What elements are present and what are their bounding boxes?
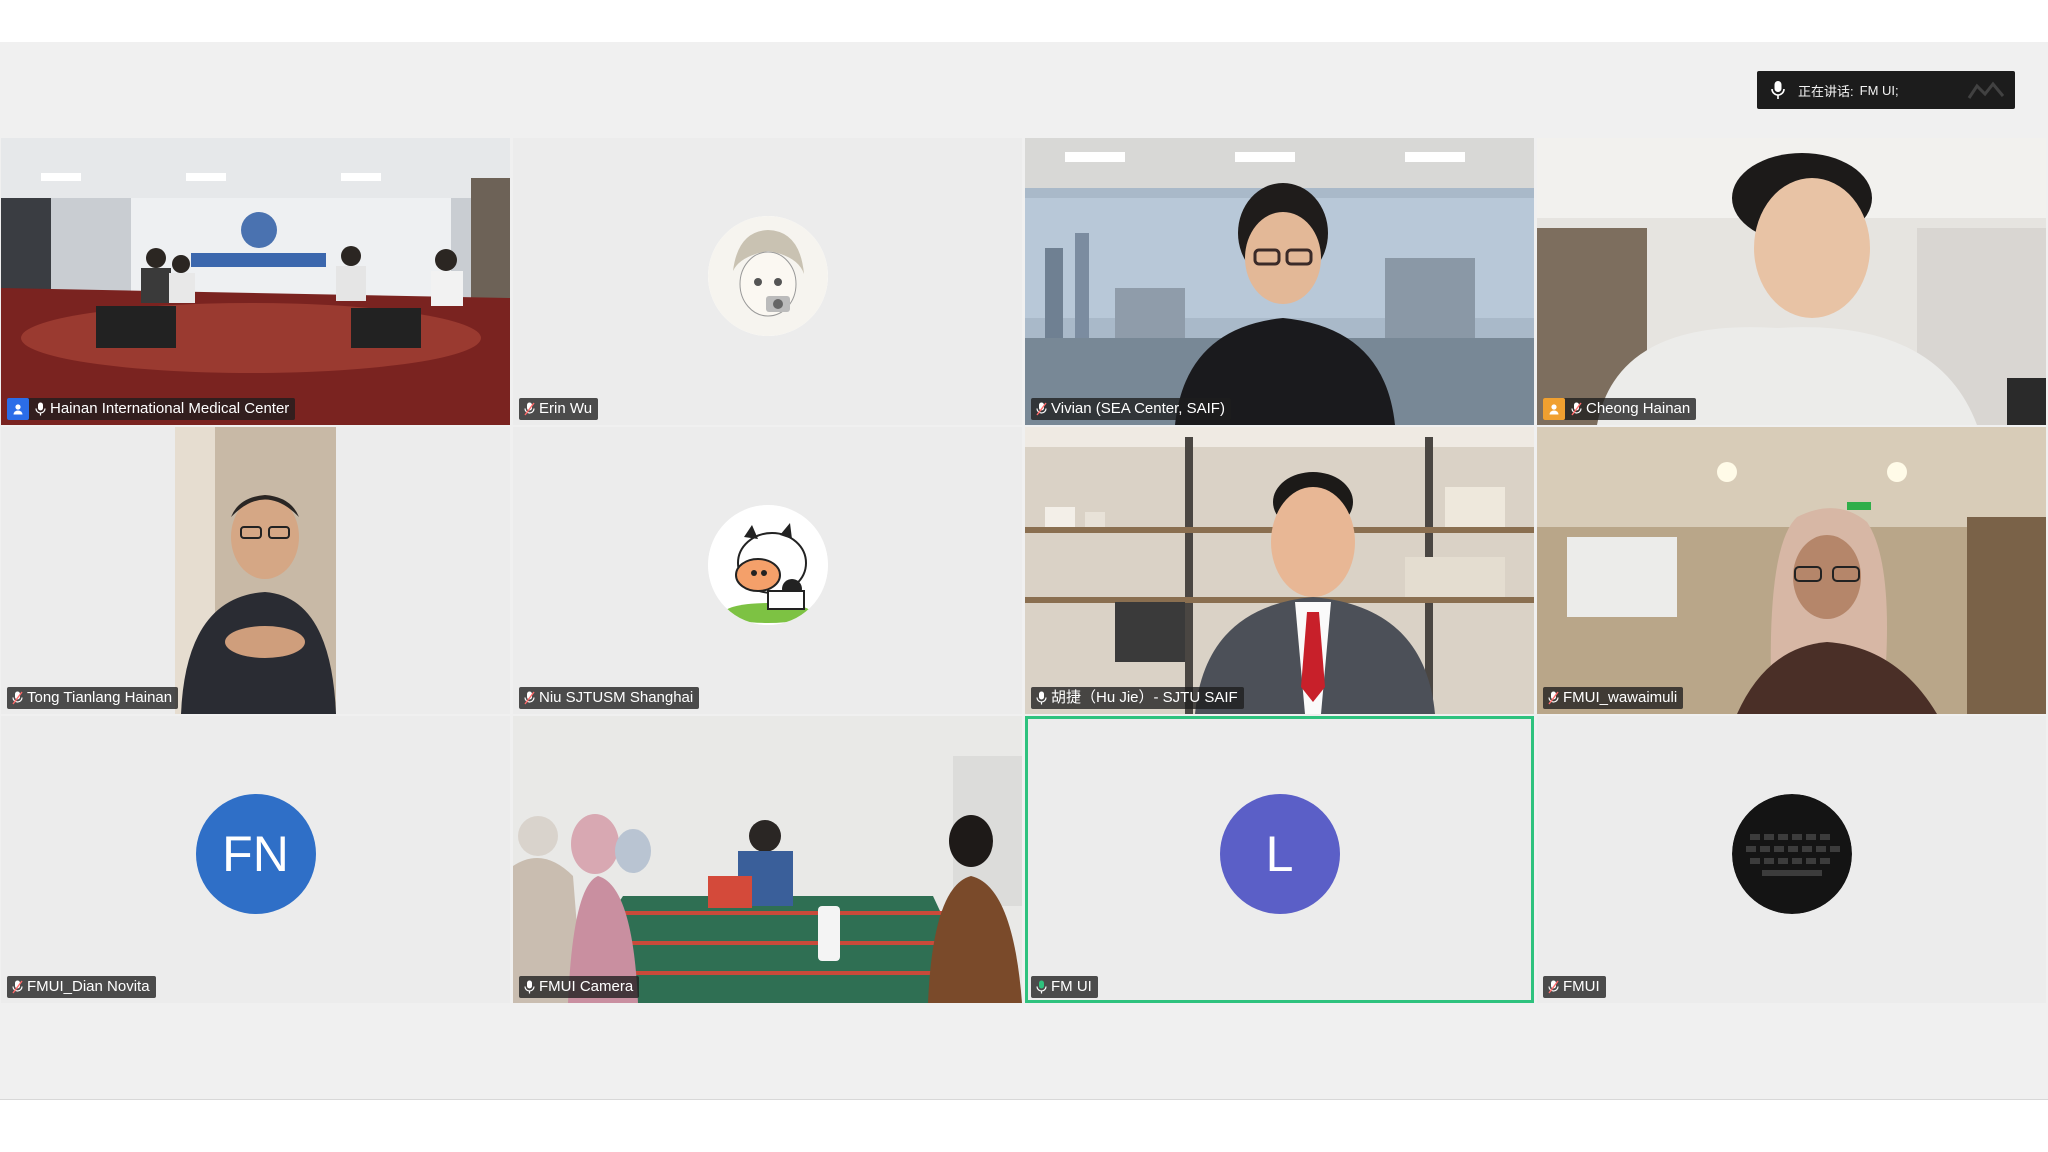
participant-name-tag: FMUI_wawaimuli: [1543, 687, 1684, 709]
video-tile-fmui-wawaimuli[interactable]: FMUI_wawaimuli: [1537, 427, 2046, 714]
microphone-muted-icon: [1571, 402, 1582, 416]
video-tile-tong-tianlang[interactable]: Tong Tianlang Hainan: [1, 427, 510, 714]
video-tile-hainan-center[interactable]: Hainan International Medical Center: [1, 138, 510, 425]
avatar-image: [707, 215, 828, 336]
participant-name: Cheong Hainan: [1586, 400, 1691, 417]
avatar-initials: L: [1219, 793, 1340, 914]
microphone-active-icon: [1036, 980, 1047, 994]
participant-name: Hainan International Medical Center: [50, 400, 290, 417]
participant-video: [1025, 427, 1534, 714]
video-tile-fm-ui-active-speaker[interactable]: L FM UI: [1025, 716, 1534, 1003]
participant-name: Tong Tianlang Hainan: [27, 689, 173, 706]
video-tile-hu-jie[interactable]: 胡捷（Hu Jie）- SJTU SAIF: [1025, 427, 1534, 714]
participant-name-tag: FMUI_Dian Novita: [7, 976, 156, 998]
video-tile-fmui-dian-novita[interactable]: FN FMUI_Dian Novita: [1, 716, 510, 1003]
video-tile-vivian[interactable]: Vivian (SEA Center, SAIF): [1025, 138, 1534, 425]
speaking-label: 正在讲话:: [1798, 83, 1854, 99]
microphone-muted-icon: [12, 691, 23, 705]
participant-name: FMUI Camera: [539, 978, 634, 995]
avatar-image: [707, 504, 828, 625]
conference-room-video: [1, 138, 510, 425]
microphone-icon: [524, 980, 535, 994]
participant-name-tag: FMUI Camera: [519, 976, 640, 998]
participant-name-tag: Vivian (SEA Center, SAIF): [1031, 398, 1231, 420]
participant-name-tag: FM UI: [1031, 976, 1098, 998]
video-tile-cheong-hainan[interactable]: Cheong Hainan: [1537, 138, 2046, 425]
participant-name-tag: 胡捷（Hu Jie）- SJTU SAIF: [1031, 687, 1244, 709]
participant-name: 胡捷（Hu Jie）- SJTU SAIF: [1051, 689, 1238, 706]
avatar-initials: FN: [195, 793, 316, 914]
speaking-name: FM UI;: [1859, 82, 1899, 98]
participant-name: FMUI: [1563, 978, 1600, 995]
participant-video: [1537, 138, 2046, 425]
participant-name-tag: Niu SJTUSM Shanghai: [519, 687, 700, 709]
microphone-muted-icon: [1548, 691, 1559, 705]
speaker-thumbnail: [1967, 81, 2005, 99]
microphone-icon: [1771, 81, 1785, 99]
participant-video: [1537, 427, 2046, 714]
participant-video: [1025, 138, 1534, 425]
participant-name: FMUI_wawaimuli: [1563, 689, 1678, 706]
video-tile-erin-wu[interactable]: Erin Wu: [513, 138, 1022, 425]
microphone-muted-icon: [524, 402, 535, 416]
participant-video: [1, 427, 510, 714]
participant-name-tag: FMUI: [1543, 976, 1606, 998]
meeting-room-video: [513, 716, 1022, 1003]
participant-name-tag: Cheong Hainan: [1543, 398, 1697, 420]
microphone-icon: [35, 402, 46, 416]
participant-name: FM UI: [1051, 978, 1092, 995]
video-tile-fmui[interactable]: FMUI: [1537, 716, 2046, 1003]
microphone-muted-icon: [524, 691, 535, 705]
avatar-image: [1731, 793, 1852, 914]
host-icon: [7, 398, 29, 420]
participant-name: FMUI_Dian Novita: [27, 978, 150, 995]
microphone-muted-icon: [1036, 402, 1047, 416]
participant-name-tag: Hainan International Medical Center: [7, 398, 296, 420]
participant-name-tag: Erin Wu: [519, 398, 599, 420]
participant-name: Vivian (SEA Center, SAIF): [1051, 400, 1225, 417]
microphone-icon: [1036, 691, 1047, 705]
video-tile-niu-sjtusm[interactable]: Niu SJTUSM Shanghai: [513, 427, 1022, 714]
participant-name: Erin Wu: [539, 400, 593, 417]
participant-name-tag: Tong Tianlang Hainan: [7, 687, 179, 709]
participant-name: Niu SJTUSM Shanghai: [539, 689, 694, 706]
microphone-muted-icon: [1548, 980, 1559, 994]
cohost-icon: [1543, 398, 1565, 420]
active-speaker-indicator: 正在讲话: FM UI;: [1757, 71, 2015, 109]
microphone-muted-icon: [12, 980, 23, 994]
video-tile-fmui-camera[interactable]: FMUI Camera: [513, 716, 1022, 1003]
